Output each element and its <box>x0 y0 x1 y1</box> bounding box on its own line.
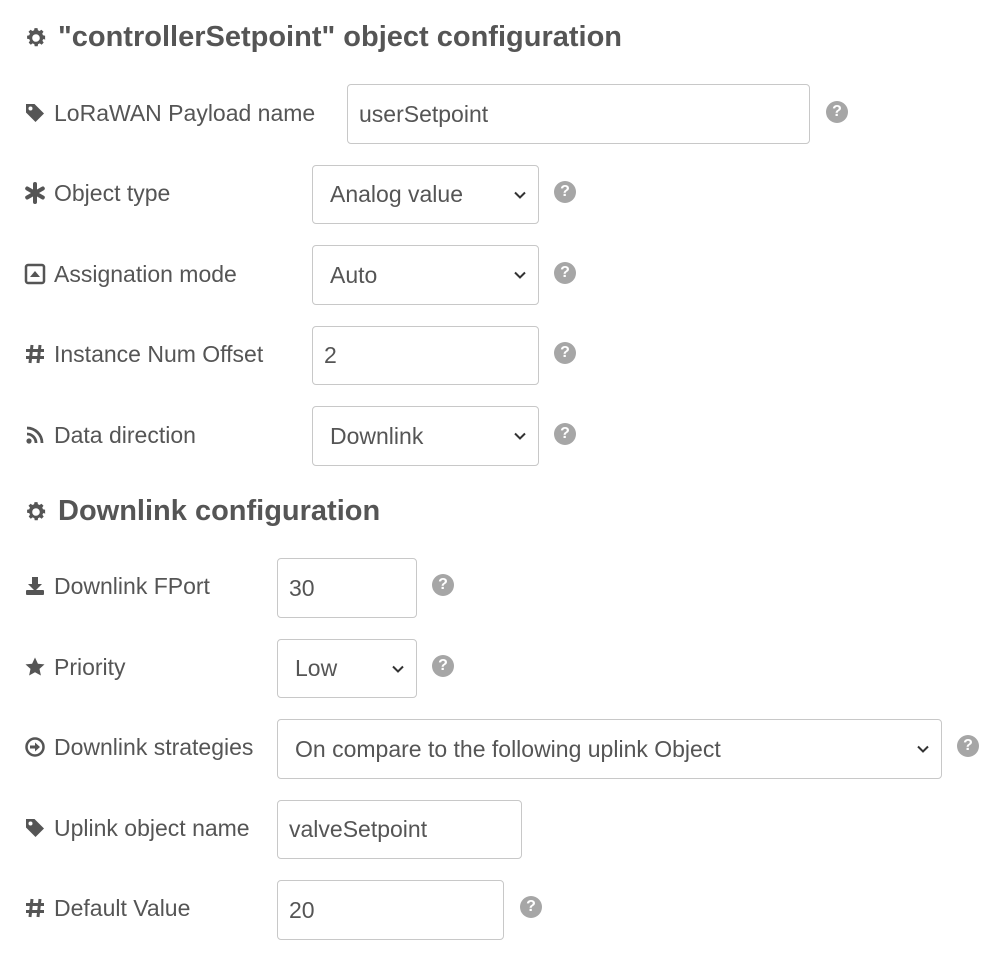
uplink-object-name-value: valveSetpoint <box>289 816 428 842</box>
gear-icon <box>24 26 48 50</box>
downlink-strategies-label: Downlink strategies <box>24 732 253 762</box>
data-direction-label-text: Data direction <box>54 421 196 448</box>
downlink-strategies-select[interactable]: On compare to the following uplink Objec… <box>277 719 942 779</box>
help-icon[interactable]: ? <box>554 423 576 445</box>
priority-value: Low <box>295 655 338 681</box>
star-icon <box>24 656 46 678</box>
default-value-label-text: Default Value <box>54 894 191 921</box>
downlink-fport-input[interactable]: 30 <box>277 558 417 618</box>
default-value-label: Default Value <box>24 893 190 923</box>
chevron-down-icon <box>915 741 931 757</box>
downlink-strategies-value: On compare to the following uplink Objec… <box>295 735 721 762</box>
object-type-value: Analog value <box>330 181 463 207</box>
instance-offset-value: 2 <box>324 342 337 368</box>
hash-icon <box>24 343 46 365</box>
payload-name-input[interactable]: userSetpoint <box>347 84 810 144</box>
default-value-value: 20 <box>289 896 315 923</box>
downlink-strategies-label-text: Downlink strategies <box>54 733 254 760</box>
data-direction-label: Data direction <box>24 420 196 450</box>
instance-offset-label-text: Instance Num Offset <box>54 340 264 367</box>
gear-icon <box>24 500 48 524</box>
payload-name-label: LoRaWAN Payload name <box>24 98 315 128</box>
arrow-circle-right-icon <box>24 736 46 758</box>
object-type-select[interactable]: Analog value <box>312 165 539 224</box>
downlink-fport-label: Downlink FPort <box>24 571 210 601</box>
tag-icon <box>24 102 46 124</box>
payload-name-value: userSetpoint <box>359 100 489 127</box>
instance-offset-label: Instance Num Offset <box>24 339 263 369</box>
help-icon[interactable]: ? <box>432 574 454 596</box>
asterisk-icon <box>24 182 46 204</box>
uplink-object-name-label-text: Uplink object name <box>54 814 250 841</box>
help-icon[interactable]: ? <box>554 181 576 203</box>
data-direction-value: Downlink <box>330 422 424 449</box>
assignation-mode-label-text: Assignation mode <box>54 260 237 287</box>
chevron-down-icon <box>512 428 528 444</box>
object-config-title-text: "controllerSetpoint" object configuratio… <box>58 21 622 53</box>
chevron-down-icon <box>512 267 528 283</box>
priority-label-text: Priority <box>54 653 126 680</box>
uplink-object-name-label: Uplink object name <box>24 813 250 843</box>
instance-offset-input[interactable]: 2 <box>312 326 539 385</box>
downlink-fport-value: 30 <box>289 574 315 601</box>
help-icon[interactable]: ? <box>826 101 848 123</box>
tag-icon <box>24 817 46 839</box>
priority-label: Priority <box>24 652 126 682</box>
rss-icon <box>24 424 46 446</box>
download-icon <box>24 575 46 597</box>
assignation-mode-value: Auto <box>330 261 378 288</box>
assignation-mode-label: Assignation mode <box>24 259 237 289</box>
help-icon[interactable]: ? <box>520 896 542 918</box>
payload-name-label-text: LoRaWAN Payload name <box>54 99 316 126</box>
help-icon[interactable]: ? <box>957 735 979 757</box>
help-icon[interactable]: ? <box>432 655 454 677</box>
object-type-label: Object type <box>24 178 170 208</box>
help-icon[interactable]: ? <box>554 342 576 364</box>
chevron-down-icon <box>390 661 406 677</box>
caret-square-up-icon <box>24 263 46 285</box>
assignation-mode-select[interactable]: Auto <box>312 245 539 305</box>
priority-select[interactable]: Low <box>277 639 417 698</box>
chevron-down-icon <box>512 187 528 203</box>
downlink-config-title-text: Downlink configuration <box>58 495 381 527</box>
data-direction-select[interactable]: Downlink <box>312 406 539 466</box>
downlink-fport-label-text: Downlink FPort <box>54 572 210 599</box>
hash-icon <box>24 897 46 919</box>
downlink-config-title: Downlink configuration <box>24 495 380 528</box>
object-config-title: "controllerSetpoint" object configuratio… <box>24 21 622 54</box>
default-value-input[interactable]: 20 <box>277 880 504 940</box>
object-type-label-text: Object type <box>54 179 171 206</box>
help-icon[interactable]: ? <box>554 262 576 284</box>
uplink-object-name-input[interactable]: valveSetpoint <box>277 800 522 859</box>
